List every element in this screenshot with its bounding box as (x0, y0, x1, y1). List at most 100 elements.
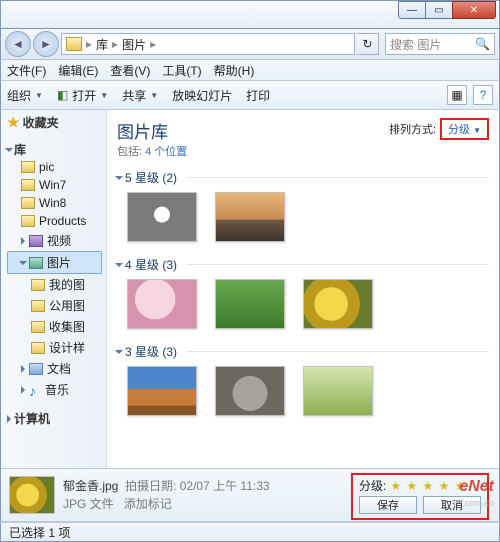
folder-icon (31, 342, 45, 354)
folder-icon (31, 279, 45, 291)
sidebar-item-pic[interactable]: pic (7, 158, 102, 176)
search-icon: 🔍 (475, 37, 490, 51)
forward-button[interactable]: ► (33, 31, 59, 57)
folder-icon (31, 321, 45, 333)
maximize-button[interactable]: ▭ (425, 1, 453, 19)
chevron-down-icon: ▼ (100, 91, 108, 100)
menu-help[interactable]: 帮助(H) (214, 62, 255, 79)
sidebar-computer[interactable]: 计算机 (7, 410, 102, 427)
sidebar: ★收藏夹 库 pic Win7 Win8 Products 视频 图片 我的图 … (1, 110, 107, 468)
share-button[interactable]: 共享▼ (122, 87, 158, 104)
expand-icon (7, 415, 11, 423)
chevron-down-icon: ▼ (150, 91, 158, 100)
close-button[interactable]: ✕ (452, 1, 496, 19)
sidebar-item-collect[interactable]: 收集图 (7, 316, 102, 337)
sidebar-libraries[interactable]: 库 (7, 141, 102, 158)
cancel-button[interactable]: 取消 (423, 496, 481, 514)
rating-stars[interactable]: ★ ★ ★ ★ ★ (390, 479, 466, 493)
content-pane: 图片库 包括: 4 个位置 排列方式: 分级 ▼ 5 星级 (2) 4 星级 (… (107, 110, 499, 468)
sort-label: 排列方式: (389, 121, 436, 137)
thumbnail[interactable] (215, 366, 285, 416)
slideshow-button[interactable]: 放映幻灯片 (172, 87, 232, 104)
library-subtitle: 包括: 4 个位置 (117, 143, 187, 159)
sidebar-item-win8[interactable]: Win8 (7, 194, 102, 212)
group-header[interactable]: 4 星级 (3) (117, 256, 489, 273)
collapse-icon (115, 350, 123, 354)
library-title: 图片库 (117, 118, 187, 143)
sidebar-item-mypics[interactable]: 我的图 (7, 274, 102, 295)
folder-icon (21, 179, 35, 191)
thumbnail[interactable] (215, 192, 285, 242)
chevron-down-icon: ▼ (35, 91, 43, 100)
star-icon: ★ (7, 114, 20, 131)
folder-icon (21, 161, 35, 173)
menu-edit[interactable]: 编辑(E) (58, 62, 98, 79)
library-locations-link[interactable]: 4 个位置 (145, 146, 187, 158)
breadcrumb-sep-icon: ▸ (148, 37, 158, 51)
divider (187, 264, 489, 265)
menu-file[interactable]: 文件(F) (7, 62, 46, 79)
view-mode-button[interactable]: ▦ (447, 85, 467, 105)
sort-control[interactable]: 排列方式: 分级 ▼ (389, 118, 489, 140)
breadcrumb-lib[interactable]: 图片 (122, 36, 146, 53)
menu-tools[interactable]: 工具(T) (162, 62, 201, 79)
details-date-label: 拍摄日期: (125, 479, 176, 493)
folder-icon (21, 215, 35, 227)
details-date-value: 02/07 上午 11:33 (180, 479, 270, 493)
sidebar-item-win7[interactable]: Win7 (7, 176, 102, 194)
back-button[interactable]: ◄ (5, 31, 31, 57)
details-type: JPG 文件 (63, 497, 114, 511)
folder-icon (66, 37, 82, 51)
collapse-icon (115, 263, 123, 267)
search-input[interactable]: 搜索 图片 🔍 (385, 33, 495, 55)
sidebar-item-pictures[interactable]: 图片 (7, 251, 102, 274)
sidebar-favorites[interactable]: ★收藏夹 (7, 114, 102, 131)
thumbnail[interactable] (303, 279, 373, 329)
thumbnail[interactable] (127, 279, 197, 329)
sidebar-item-docs[interactable]: 文档 (7, 358, 102, 379)
sidebar-item-video[interactable]: 视频 (7, 230, 102, 251)
open-button[interactable]: ◧打开▼ (57, 87, 108, 104)
address-bar[interactable]: ▸ 库 ▸ 图片 ▸ (61, 33, 355, 55)
menu-view[interactable]: 查看(V) (110, 62, 150, 79)
expand-icon (19, 261, 27, 265)
help-button[interactable]: ? (473, 85, 493, 105)
sidebar-item-products[interactable]: Products (7, 212, 102, 230)
sidebar-item-design[interactable]: 设计样 (7, 337, 102, 358)
group-3star: 3 星级 (3) (117, 343, 489, 420)
sidebar-item-publicpics[interactable]: 公用图 (7, 295, 102, 316)
breadcrumb-sep-icon: ▸ (84, 37, 94, 51)
details-meta: 郁金香.jpg 拍摄日期: 02/07 上午 11:33 JPG 文件 添加标记 (63, 477, 270, 513)
search-placeholder: 搜索 图片 (390, 36, 441, 53)
refresh-button[interactable]: ↻ (357, 33, 379, 55)
rating-label: 分级: (359, 477, 386, 494)
thumbnail[interactable] (303, 366, 373, 416)
divider (187, 351, 489, 352)
group-header[interactable]: 5 星级 (2) (117, 169, 489, 186)
group-4star: 4 星级 (3) (117, 256, 489, 333)
thumbnail[interactable] (215, 279, 285, 329)
thumbnail[interactable] (127, 192, 197, 242)
print-button[interactable]: 打印 (246, 87, 270, 104)
expand-icon (21, 237, 25, 245)
thumbnail[interactable] (127, 366, 197, 416)
details-tags-prompt[interactable]: 添加标记 (124, 497, 172, 511)
library-header: 图片库 包括: 4 个位置 排列方式: 分级 ▼ (117, 118, 489, 159)
status-text: 已选择 1 项 (9, 524, 70, 541)
group-header[interactable]: 3 星级 (3) (117, 343, 489, 360)
sidebar-item-music[interactable]: 音乐 (7, 379, 102, 400)
details-rating-block: 分级: ★ ★ ★ ★ ★ 保存 取消 (351, 473, 489, 520)
minimize-button[interactable]: — (398, 1, 426, 19)
documents-icon (29, 363, 43, 375)
video-icon (29, 235, 43, 247)
details-filename: 郁金香.jpg (63, 479, 118, 493)
sort-value[interactable]: 分级 ▼ (440, 118, 489, 140)
details-pane: 郁金香.jpg 拍摄日期: 02/07 上午 11:33 JPG 文件 添加标记… (0, 468, 500, 522)
navbar: ◄ ► ▸ 库 ▸ 图片 ▸ ↻ 搜索 图片 🔍 (0, 28, 500, 60)
organize-button[interactable]: 组织▼ (7, 87, 43, 104)
window-controls: — ▭ ✕ (399, 1, 496, 19)
breadcrumb-root[interactable]: 库 (96, 36, 108, 53)
menubar: 文件(F) 编辑(E) 查看(V) 工具(T) 帮助(H) (0, 60, 500, 80)
group-5star: 5 星级 (2) (117, 169, 489, 246)
save-button[interactable]: 保存 (359, 496, 417, 514)
